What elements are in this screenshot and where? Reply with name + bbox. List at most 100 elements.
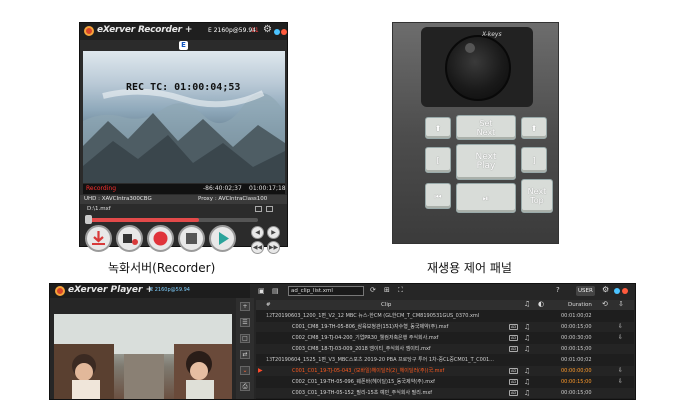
record-button[interactable] bbox=[147, 225, 174, 252]
jog-wheel-icon bbox=[445, 35, 511, 101]
audio-note-icon: ♫ bbox=[524, 367, 531, 375]
grid-icon[interactable]: ⊞ bbox=[384, 286, 390, 294]
playlist-header: # Clip ♫ ◐ Duration ⟲ ⇩ bbox=[256, 300, 634, 310]
playlist-clip-row[interactable]: C001_CM8_19-TH-05-806_삼육보청관(151)자수형_동국제약… bbox=[256, 322, 634, 332]
playlist-clip-row[interactable]: C003_C01_19-TH-05-152_필리-15초 예민_주식회사 필리.… bbox=[256, 388, 634, 398]
add-icon[interactable]: + bbox=[240, 302, 250, 311]
download-button[interactable] bbox=[85, 225, 112, 252]
list-icon[interactable]: ☰ bbox=[240, 318, 250, 327]
row-download-icon[interactable]: ⇩ bbox=[618, 377, 623, 387]
row-clip-name: T20190603_1200_1편_V2_12 MBC 뉴스-한CM (GL한C… bbox=[272, 313, 480, 319]
help-icon[interactable]: ? bbox=[556, 286, 560, 294]
row-download-icon[interactable]: ⇩ bbox=[618, 333, 623, 343]
loop-icon: ⟲ bbox=[602, 300, 608, 308]
key-up-right: ⬆ bbox=[521, 117, 547, 139]
playlist-clip-row[interactable]: C001_C01_19-TJ-05-043_(모바일)헤이딜러(2)_헤이딜러(… bbox=[256, 366, 634, 376]
record-progress-fill bbox=[90, 218, 200, 222]
row-clip-name: C002_C01_19-TH-05-096_웨폰바(헤이딜)15_동국제약(주)… bbox=[292, 379, 435, 385]
record-progress-slider[interactable] bbox=[90, 218, 258, 222]
recorder-app-name: eXerver Recorder + bbox=[97, 25, 193, 35]
playlist-clip-row[interactable]: C003_CM8_18-TJ-03-009_2018 엠이티_주식회사 엠이티.… bbox=[256, 344, 634, 354]
record-mode-icon bbox=[123, 234, 138, 245]
player-app-name: eXerver Player + bbox=[68, 285, 154, 295]
key-set-next: Set Next bbox=[456, 115, 516, 140]
player-logo-icon bbox=[55, 286, 65, 296]
save-icon[interactable]: ▣ bbox=[258, 287, 265, 295]
ad-badge-icon: AD bbox=[509, 335, 518, 341]
contrast-icon: ◐ bbox=[538, 300, 545, 308]
recorder-caption: 녹화서버(Recorder) bbox=[108, 261, 216, 275]
audio-note-icon: ♫ bbox=[524, 378, 531, 386]
jog-nub bbox=[465, 43, 475, 53]
settings-gear-icon[interactable]: ⚙ bbox=[263, 25, 272, 35]
player-video-preview bbox=[54, 314, 232, 399]
codec-info-bar: UHD : XAVCIntra300CBG Proxy : AVCIntraCl… bbox=[80, 195, 287, 204]
row-duration: 00:00:30;00 bbox=[561, 335, 592, 341]
player-toolbar: ▣ ▤ ad_clip_list.xml ⟳ ⊞ ⛶ ? USER ⚙ bbox=[256, 285, 634, 298]
music-note-icon: ♫ bbox=[524, 300, 531, 308]
elapsed-time: -86:40:02;37 bbox=[203, 185, 242, 192]
playlist-group-row[interactable]: 13 T20190604_1525_1편_V3_MBC스포츠 2019-20 PB… bbox=[256, 355, 634, 365]
recorder-counter: 11 bbox=[251, 27, 259, 34]
folder-icon[interactable] bbox=[255, 206, 262, 212]
key-play-pause: ⏯ bbox=[456, 183, 516, 213]
row-clip-name: C002_CM8_19-TJ-04-200_기업PR30_웰컴저축은행 주식회사… bbox=[292, 335, 439, 341]
rewind-icon: ◀◀ bbox=[252, 244, 263, 251]
controller-caption: 재생용 제어 패널 bbox=[427, 261, 512, 275]
recorder-format: E 2160p@59.94 bbox=[208, 27, 256, 34]
minimize-dot-icon[interactable] bbox=[614, 288, 620, 294]
close-dot-icon[interactable] bbox=[622, 288, 628, 294]
minimize-dot-icon[interactable] bbox=[274, 29, 280, 35]
user-badge[interactable]: USER bbox=[576, 286, 595, 296]
playlist-name-field[interactable]: ad_clip_list.xml bbox=[288, 286, 364, 296]
recorder-status-bar: Recording -86:40:02;37 01:00:17;18 bbox=[83, 184, 286, 194]
fullscreen-icon[interactable]: ⛶ bbox=[398, 286, 403, 295]
play-triangle-icon bbox=[219, 232, 229, 245]
player-title-bar: eXerver Player + E 2160p@59.94 bbox=[50, 284, 250, 298]
row-clip-name: C001_CM8_19-TH-05-806_삼육보청관(151)자수형_동국제약… bbox=[292, 324, 449, 330]
row-clip-name: T20190604_1525_1편_V3_MBC스포츠 2019-20 PBA … bbox=[272, 357, 494, 363]
playlist-clip-row[interactable]: C002_C01_19-TH-05-096_웨폰바(헤이딜)15_동국제약(주)… bbox=[256, 377, 634, 387]
audio-note-icon: ♫ bbox=[524, 323, 531, 331]
audio-note-icon: ♫ bbox=[524, 334, 531, 342]
refresh-icon[interactable]: ⟳ bbox=[370, 286, 376, 294]
fast-forward-button[interactable]: ▶▶ bbox=[267, 241, 280, 254]
key-bracket-right: ] bbox=[521, 147, 547, 173]
settings-gear-icon[interactable]: ⚙ bbox=[602, 285, 609, 294]
controller-brand: X-keys bbox=[482, 31, 502, 38]
copy-icon[interactable] bbox=[266, 206, 273, 212]
recording-status: Recording bbox=[86, 185, 117, 192]
recorder-video-preview: REC TC: 01:00:04;53 bbox=[83, 51, 285, 183]
step-back-button[interactable]: ◀ bbox=[251, 226, 264, 239]
ad-badge-icon: AD bbox=[509, 324, 518, 330]
row-download-icon[interactable]: ⇩ bbox=[618, 322, 623, 332]
recorder-title-bar: eXerver Recorder + E 2160p@59.94 11 ⚙ bbox=[80, 23, 287, 40]
row-download-icon[interactable]: ⇩ bbox=[618, 366, 623, 376]
column-index: # bbox=[266, 302, 271, 308]
play-button[interactable] bbox=[209, 225, 236, 252]
app-logo-icon bbox=[84, 26, 94, 36]
audio-note-icon: ♫ bbox=[524, 389, 531, 397]
save-as-icon[interactable]: ▤ bbox=[272, 287, 279, 295]
file-path: D:\1.mxf bbox=[87, 206, 111, 212]
chevron-down-icon[interactable]: ⌄ bbox=[240, 366, 250, 375]
playlist-group-row[interactable]: 12 T20190603_1200_1편_V2_12 MBC 뉴스-한CM (GL… bbox=[256, 311, 634, 321]
slider-handle[interactable] bbox=[85, 215, 92, 224]
row-duration: 00:00:15;00 bbox=[561, 390, 592, 396]
row-clip-name: C003_CM8_18-TJ-03-009_2018 엠이티_주식회사 엠이티.… bbox=[292, 346, 431, 352]
export-icon[interactable]: ⎙ bbox=[240, 382, 250, 391]
proxy-codec: Proxy : AVCIntraClass100 bbox=[198, 196, 268, 202]
playlist-clip-row[interactable]: C002_CM8_19-TJ-04-200_기업PR30_웰컴저축은행 주식회사… bbox=[256, 333, 634, 343]
record-timecode-overlay: REC TC: 01:00:04;53 bbox=[126, 82, 241, 93]
square-icon[interactable]: □ bbox=[240, 334, 250, 343]
stop-button[interactable] bbox=[178, 225, 205, 252]
rewind-button[interactable]: ◀◀ bbox=[251, 241, 264, 254]
close-dot-icon[interactable] bbox=[281, 29, 287, 35]
record-mode-button[interactable] bbox=[116, 225, 143, 252]
fast-forward-icon: ▶▶ bbox=[268, 244, 279, 251]
key-previous: ⏮ bbox=[425, 183, 451, 209]
ad-badge-icon: AD bbox=[509, 390, 518, 396]
record-dot-icon bbox=[153, 231, 168, 246]
step-forward-button[interactable]: ▶ bbox=[267, 226, 280, 239]
swap-icon[interactable]: ⇄ bbox=[240, 350, 250, 359]
